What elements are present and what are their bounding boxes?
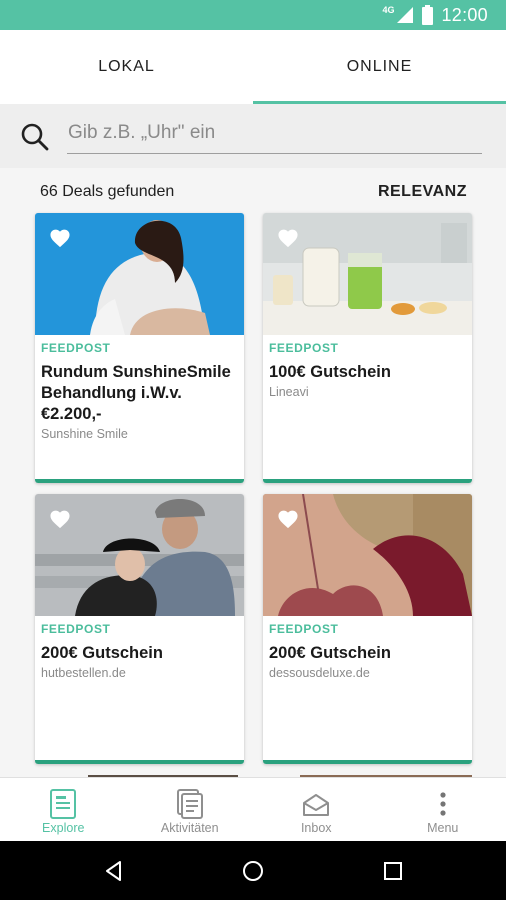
signal-icon bbox=[397, 7, 414, 23]
home-icon[interactable] bbox=[241, 859, 265, 883]
status-icons: 4G 12:00 bbox=[382, 4, 488, 26]
sort-button[interactable]: RELEVANZ bbox=[378, 183, 467, 201]
recents-icon[interactable] bbox=[381, 859, 405, 883]
results-header: 66 Deals gefunden RELEVANZ bbox=[0, 170, 506, 214]
deal-title: 200€ Gutschein bbox=[41, 644, 163, 662]
deal-tag: FEEDPOST bbox=[41, 622, 111, 636]
deal-merchant: Lineavi bbox=[269, 385, 309, 399]
results-count: 66 Deals gefunden bbox=[40, 183, 175, 200]
deal-title: 100€ Gutschein bbox=[269, 363, 391, 381]
search-input[interactable] bbox=[67, 116, 482, 154]
nav-label: Inbox bbox=[300, 821, 332, 835]
heart-icon[interactable] bbox=[49, 228, 71, 248]
deal-card[interactable]: FEEDPOST Rundum SunshineSmile Behandlung… bbox=[35, 213, 244, 483]
deal-merchant: hutbestellen.de bbox=[41, 666, 126, 680]
heart-icon[interactable] bbox=[277, 228, 299, 248]
menu-dots-icon bbox=[440, 792, 446, 816]
nav-inbox[interactable]: Inbox bbox=[253, 778, 380, 841]
nav-activities[interactable]: Aktivitäten bbox=[127, 778, 254, 841]
system-navigation-bar bbox=[0, 841, 506, 900]
deal-card[interactable]: FEEDPOST 200€ Gutschein dessousdeluxe.de bbox=[263, 494, 472, 764]
status-time: 12:00 bbox=[441, 4, 488, 25]
nav-menu[interactable]: Menu bbox=[380, 778, 506, 841]
heart-icon[interactable] bbox=[277, 509, 299, 529]
inbox-icon bbox=[303, 794, 330, 816]
nav-label: Menu bbox=[427, 821, 459, 835]
heart-icon[interactable] bbox=[49, 509, 71, 529]
battery-icon bbox=[422, 5, 434, 25]
deal-image bbox=[35, 494, 244, 616]
nav-explore[interactable]: Explore bbox=[0, 778, 127, 841]
deal-image bbox=[263, 494, 472, 616]
tab-lokal[interactable]: LOKAL bbox=[0, 30, 253, 104]
nav-label: Explore bbox=[42, 821, 85, 835]
deal-merchant: Sunshine Smile bbox=[41, 427, 128, 441]
deal-tag: FEEDPOST bbox=[269, 341, 339, 355]
deal-tag: FEEDPOST bbox=[41, 341, 111, 355]
deal-card[interactable]: FEEDPOST 100€ Gutschein Lineavi bbox=[263, 213, 472, 483]
activities-icon bbox=[176, 789, 203, 819]
deal-image bbox=[263, 213, 472, 335]
deal-tag: FEEDPOST bbox=[269, 622, 339, 636]
deal-title: 200€ Gutschein bbox=[269, 644, 391, 662]
back-icon[interactable] bbox=[102, 859, 126, 883]
search-bar bbox=[0, 104, 506, 168]
tab-bar: LOKAL ONLINE bbox=[0, 30, 506, 104]
tab-online[interactable]: ONLINE bbox=[253, 30, 506, 104]
status-bar: 4G 12:00 bbox=[0, 0, 506, 30]
deal-merchant: dessousdeluxe.de bbox=[269, 666, 370, 680]
network-type: 4G bbox=[382, 5, 395, 15]
explore-icon bbox=[50, 789, 77, 819]
deal-image bbox=[35, 213, 244, 335]
search-icon[interactable] bbox=[20, 122, 50, 152]
deal-title: Rundum SunshineSmile Behandlung i.W.v. €… bbox=[41, 363, 231, 423]
bottom-navigation: Explore Aktivitäten Inbox Menu bbox=[0, 777, 506, 841]
deal-card[interactable]: FEEDPOST 200€ Gutschein hutbestellen.de bbox=[35, 494, 244, 764]
nav-label: Aktivitäten bbox=[160, 821, 219, 835]
